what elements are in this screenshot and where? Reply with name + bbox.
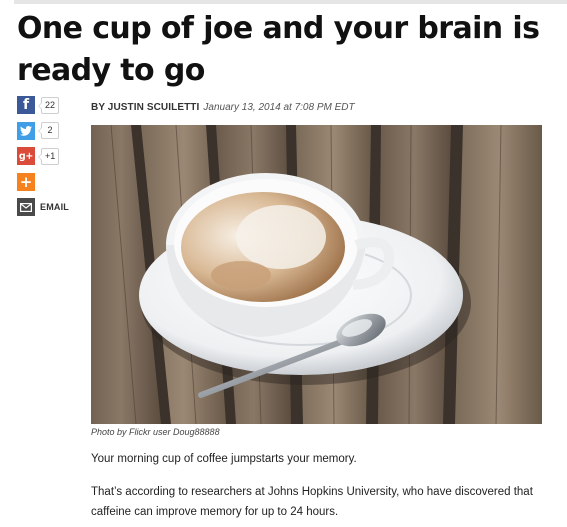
article-paragraph: Your morning cup of coffee jumpstarts yo… xyxy=(91,453,357,465)
email-share-label[interactable]: EMAIL xyxy=(40,202,69,212)
publish-date: January 13, 2014 at 7:08 PM EDT xyxy=(203,102,355,113)
twitter-share[interactable]: 2 xyxy=(17,121,77,140)
twitter-share-count: 2 xyxy=(38,122,59,139)
article-photo xyxy=(91,125,542,424)
envelope-icon[interactable] xyxy=(17,198,35,216)
share-bar: f 22 2 g+ +1 + EMAIL xyxy=(17,96,77,224)
facebook-share-count: 22 xyxy=(37,96,60,114)
coffee-cup-photo-illustration xyxy=(91,125,542,424)
twitter-bird-icon[interactable] xyxy=(17,121,35,140)
addthis-share[interactable]: + xyxy=(17,172,77,191)
photo-caption: Photo by Flickr user Doug88888 xyxy=(91,427,220,437)
top-rule xyxy=(14,0,567,4)
google-plus-icon[interactable]: g+ xyxy=(17,147,35,165)
article-byline: BY JUSTIN SCUILETTI January 13, 2014 at 7… xyxy=(91,102,355,113)
googleplus-share[interactable]: g+ +1 xyxy=(17,147,77,165)
plus-icon[interactable]: + xyxy=(17,172,35,191)
article-paragraph: That’s according to researchers at Johns… xyxy=(91,486,533,518)
email-share[interactable]: EMAIL xyxy=(17,198,77,216)
article-title: One cup of joe and your brain is ready t… xyxy=(17,11,540,88)
author-name[interactable]: BY JUSTIN SCUILETTI xyxy=(91,102,199,113)
facebook-icon[interactable]: f xyxy=(17,96,35,114)
googleplus-share-count: +1 xyxy=(37,147,60,165)
facebook-share[interactable]: f 22 xyxy=(17,96,77,114)
